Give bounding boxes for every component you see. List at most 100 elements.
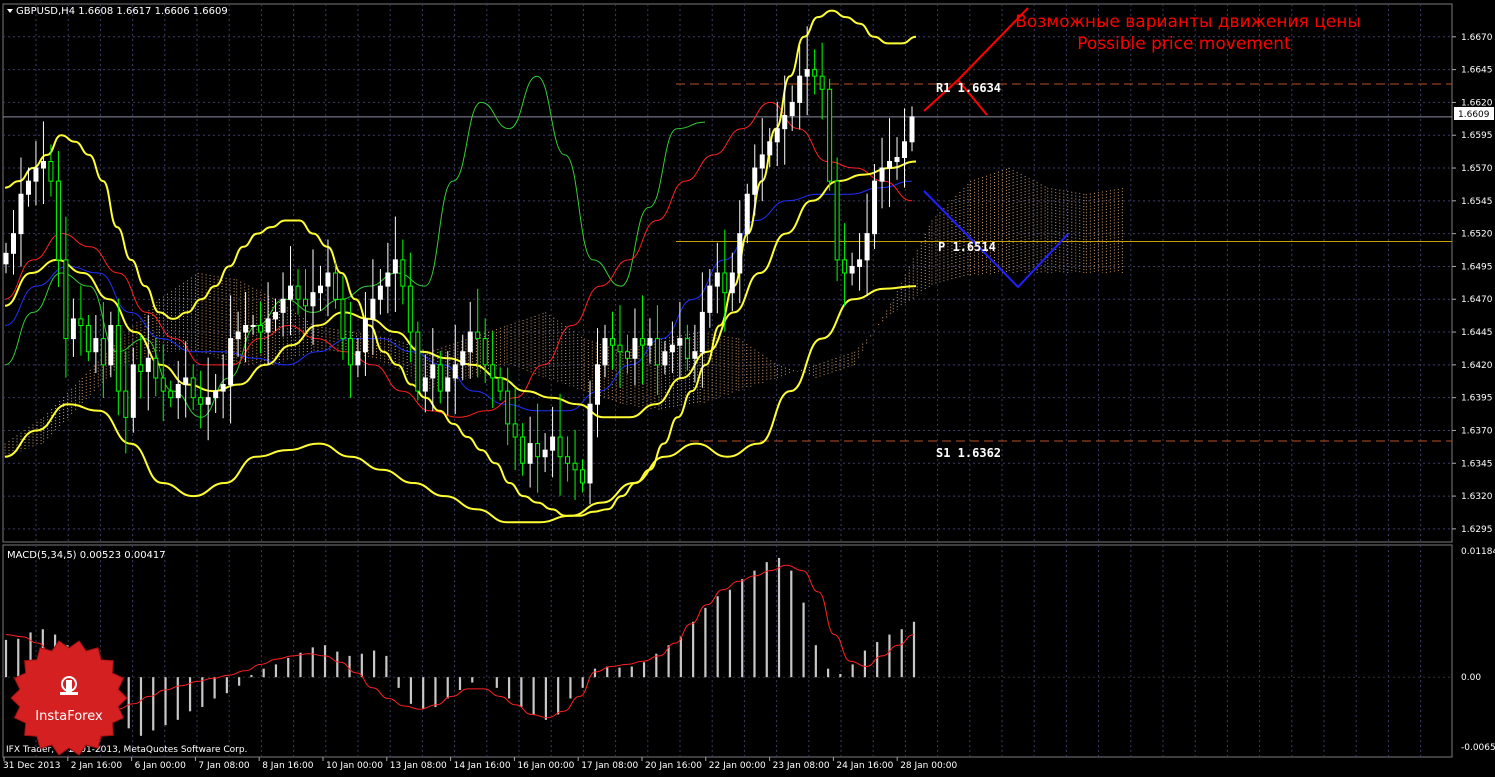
candle-body	[160, 377, 166, 392]
price-tick-label: 1.6295	[1461, 525, 1493, 535]
candle-body	[609, 338, 615, 346]
price-tick-label: 1.6420	[1461, 361, 1493, 371]
candle-body	[377, 285, 383, 300]
time-tick-label: 28 Jan 00:00	[900, 761, 957, 771]
r1-label: R1 1.6634	[936, 81, 1001, 95]
candle-body	[535, 443, 541, 458]
candle-body	[40, 160, 46, 169]
candle-body	[288, 285, 294, 300]
time-tick-label: 22 Jan 00:00	[709, 761, 766, 771]
candle-body	[632, 338, 638, 359]
candle-body	[10, 233, 16, 254]
candle-body	[153, 357, 159, 379]
candle-body	[108, 324, 114, 366]
candle-body	[527, 443, 533, 464]
price-tick-label: 1.6545	[1461, 197, 1493, 207]
candle-body	[624, 351, 630, 359]
time-axis[interactable]: 31 Dec 2013 2 Jan 16:00 6 Jan 00:00 7 Jan 0…	[3, 757, 957, 771]
candle-body	[639, 338, 645, 346]
time-tick-label: 20 Jan 16:00	[645, 761, 702, 771]
macd-tick-label: 0.01184	[1461, 547, 1495, 557]
price-tick-label: 1.6345	[1461, 459, 1493, 469]
candle-body	[243, 324, 249, 333]
price-tick-label: 1.6570	[1461, 164, 1493, 174]
bollinger-upper	[4, 9, 917, 517]
price-tick-label: 1.6470	[1461, 295, 1493, 305]
candle-body	[145, 357, 151, 372]
candle-body	[595, 364, 601, 405]
price-tick-label: 1.6495	[1461, 262, 1493, 272]
candle-body	[437, 364, 443, 392]
candle-body	[804, 69, 810, 77]
macd-grid	[35, 545, 1422, 757]
candle-body	[572, 462, 578, 471]
candle-body	[25, 180, 31, 195]
time-tick-label: 23 Jan 08:00	[773, 761, 830, 771]
s1-label: S1 1.6362	[936, 446, 1001, 460]
candle-body	[415, 331, 421, 392]
candle-body	[85, 324, 91, 353]
chart-canvas[interactable]: 1.6670 1.6645 1.6620 1.6595 1.6570 1.6545 1.65…	[0, 0, 1495, 773]
macd-header: MACD(5,34,5) 0.00523 0.00417	[7, 550, 166, 561]
candle-body	[550, 436, 556, 451]
price-tick-label: 1.6645	[1461, 66, 1493, 76]
candle-body	[849, 265, 855, 274]
candle-body	[482, 338, 488, 366]
candle-body	[864, 233, 870, 261]
candle-body	[340, 298, 346, 340]
candle-body	[280, 298, 286, 313]
candle-body	[467, 331, 473, 353]
candle-body	[332, 272, 338, 300]
time-tick-label: 31 Dec 2013	[3, 761, 61, 771]
candle-body	[580, 469, 586, 484]
time-tick-label: 24 Jan 16:00	[836, 761, 893, 771]
annotation-en: Possible price movement	[1077, 34, 1291, 54]
candle-body	[63, 259, 69, 340]
price-tick-label: 1.6320	[1461, 492, 1493, 502]
price-tick-label: 1.6370	[1461, 426, 1493, 436]
candle-body	[542, 449, 548, 458]
candle-body	[347, 338, 353, 366]
macd-indicator	[3, 557, 1452, 736]
candle-body	[512, 423, 518, 438]
candle-body	[3, 252, 9, 265]
candle-body	[48, 160, 54, 182]
price-tick-label: 1.6595	[1461, 131, 1493, 141]
candle-body	[857, 259, 863, 267]
time-tick-label: 17 Jan 08:00	[581, 761, 638, 771]
candle-body	[235, 331, 241, 340]
candle-body	[692, 351, 698, 359]
candle-body	[872, 180, 878, 235]
macd-tick-label: 0.00	[1461, 673, 1481, 683]
candle-body	[100, 338, 106, 366]
price-tick-label: 1.6395	[1461, 394, 1493, 404]
time-tick-label: 10 Jan 00:00	[326, 761, 383, 771]
candle-body	[557, 436, 563, 458]
time-tick-label: 2 Jan 16:00	[71, 761, 123, 771]
price-tick-label: 1.6620	[1461, 98, 1493, 108]
candle-body	[93, 338, 99, 353]
price-tick-label: 1.6520	[1461, 230, 1493, 240]
main-grid	[3, 4, 1452, 542]
candle-body	[497, 377, 503, 392]
candle-body	[362, 318, 368, 353]
candle-body	[782, 115, 788, 130]
candle-body	[198, 397, 204, 405]
candles	[3, 26, 915, 505]
candle-body	[55, 180, 61, 261]
pivot-label: P 1.6514	[938, 240, 996, 254]
candle-body	[303, 298, 309, 307]
logo-badge	[10, 640, 128, 756]
candle-body	[617, 344, 623, 353]
candle-body	[505, 390, 511, 425]
candle-body	[400, 259, 406, 287]
candle-body	[460, 351, 466, 366]
candle-body	[422, 377, 428, 392]
candle-body	[879, 167, 885, 182]
dropdown-triangle-icon[interactable]	[7, 9, 13, 13]
candle-body	[273, 311, 279, 320]
scenario-down-arrow	[923, 190, 1069, 289]
candle-body	[228, 338, 234, 386]
candle-body	[587, 403, 593, 484]
candle-body	[392, 259, 398, 274]
